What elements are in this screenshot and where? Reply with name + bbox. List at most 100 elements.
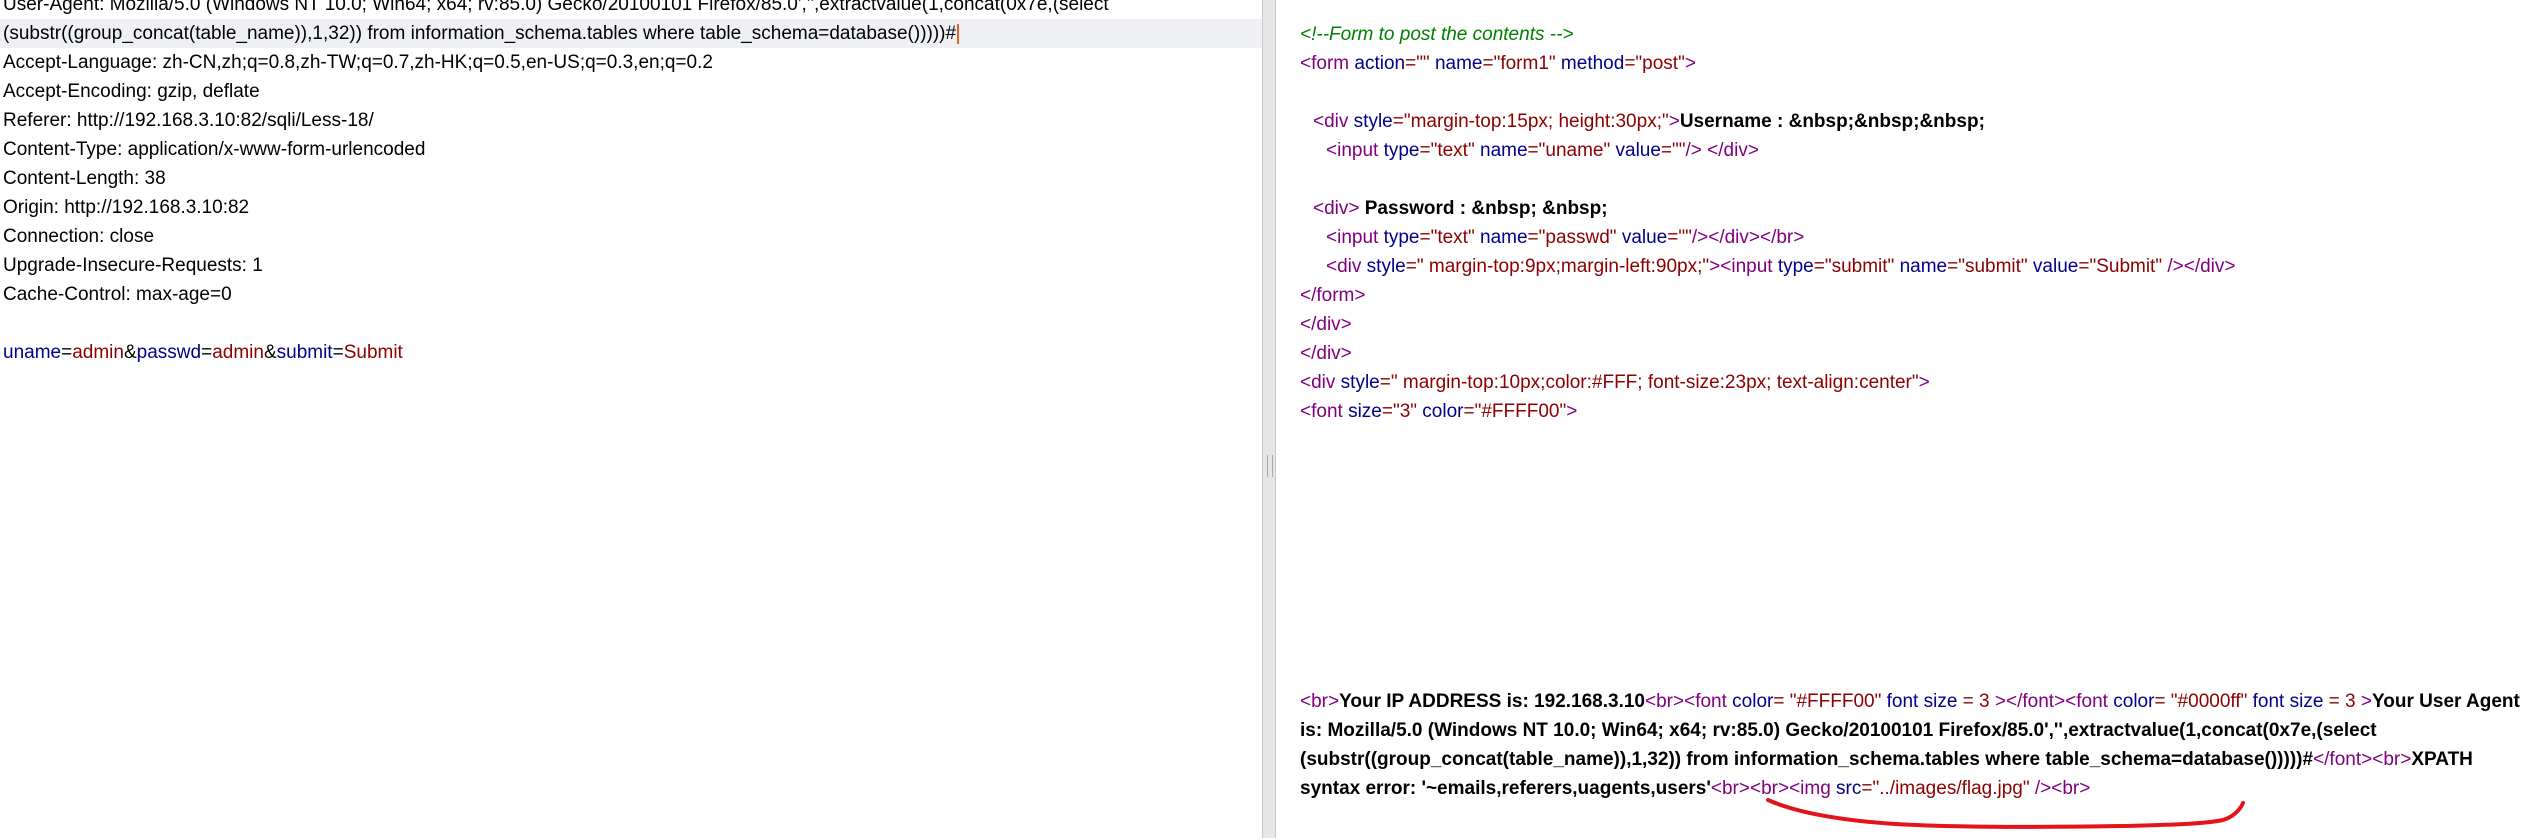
request-line: Cache-Control: max-age=0 bbox=[3, 284, 232, 305]
attr-value: ="text" bbox=[1419, 140, 1475, 161]
attr-name: style bbox=[1335, 372, 1380, 393]
tag-text: <input bbox=[1720, 256, 1773, 277]
tag-text: <div bbox=[1300, 372, 1336, 393]
submit-div-line: <div style=" margin-top:9px;margin-left:… bbox=[1300, 252, 2532, 281]
tag-text: /></div> bbox=[2162, 256, 2236, 277]
param-key: uname bbox=[3, 342, 62, 363]
tag-text: > bbox=[1668, 111, 1680, 132]
request-line: Origin: http://192.168.3.10:82 bbox=[3, 197, 250, 218]
tag-text: > bbox=[1918, 372, 1930, 393]
div-close-line: </div> bbox=[1300, 339, 2532, 368]
request-line-text: (substr((group_concat(table_name)),1,32)… bbox=[3, 23, 957, 44]
tag-text: /> bbox=[1685, 140, 1702, 161]
param-separator: & bbox=[123, 342, 137, 363]
param-equals: = bbox=[201, 342, 213, 363]
attr-name: value bbox=[2027, 256, 2079, 277]
attr-value: ="" bbox=[1667, 227, 1692, 248]
attr-name: value bbox=[1610, 140, 1661, 161]
splitter-grip-icon[interactable] bbox=[1267, 455, 1273, 477]
request-line: Content-Type: application/x-www-form-url… bbox=[3, 139, 426, 160]
tag-text: /> bbox=[1691, 227, 1709, 248]
style-div-line: <div style=" margin-top:10px;color:#FFF;… bbox=[1300, 368, 2532, 397]
tag-text: <br> bbox=[1645, 691, 1685, 712]
attr-value: ="#FFFF00" bbox=[1463, 401, 1567, 422]
attr-value: ="margin-top:15px; height:30px;" bbox=[1392, 111, 1669, 132]
attr-value: ="text" bbox=[1419, 227, 1475, 248]
request-line-current: (substr((group_concat(table_name)),1,32)… bbox=[0, 19, 1262, 48]
request-line: Accept-Encoding: gzip, deflate bbox=[3, 81, 260, 102]
request-line: Upgrade-Insecure-Requests: 1 bbox=[3, 255, 263, 276]
ip-address-text: Your IP ADDRESS is: 192.168.3.10 bbox=[1339, 691, 1645, 712]
attr-name: font size bbox=[1881, 691, 1958, 712]
request-body: uname=admin&passwd=admin&submit=Submit bbox=[3, 338, 1262, 367]
tag-text: <div> bbox=[1313, 198, 1360, 219]
font-open-line: <font size="3" color="#FFFF00"> bbox=[1300, 397, 2532, 426]
response-html-source: <!--Form to post the contents --> <form … bbox=[1300, 20, 2532, 426]
tag-text: </div> bbox=[1707, 140, 1759, 161]
request-line: Accept-Language: zh-CN,zh;q=0.8,zh-TW;q=… bbox=[3, 52, 713, 73]
attr-value: =" margin-top:10px;color:#FFF; font-size… bbox=[1379, 372, 1919, 393]
attr-value: ="submit" bbox=[1947, 256, 2028, 277]
attr-name: name bbox=[1429, 53, 1483, 74]
param-key: passwd bbox=[136, 342, 202, 363]
attr-name: style bbox=[1348, 111, 1393, 132]
attr-value: ="form1" bbox=[1482, 53, 1556, 74]
tag-text: > bbox=[1684, 53, 1696, 74]
attr-name: name bbox=[1474, 140, 1528, 161]
param-value: Submit bbox=[343, 342, 403, 363]
tag-text: <input bbox=[1326, 140, 1379, 161]
request-editor[interactable]: User-Agent: Mozilla/5.0 (Windows NT 10.0… bbox=[0, 0, 1262, 838]
attr-value: ="Submit" bbox=[2078, 256, 2163, 277]
tag-text: <div bbox=[1313, 111, 1349, 132]
attr-value: = 3 bbox=[2323, 691, 2361, 712]
attr-value: ="uname" bbox=[1527, 140, 1611, 161]
request-line: Content-Length: 38 bbox=[3, 168, 166, 189]
attr-value: ="" bbox=[1660, 140, 1686, 161]
tag-text: <div bbox=[1326, 256, 1362, 277]
passwd-input-line: <input type="text" name="passwd" value="… bbox=[1300, 223, 2532, 252]
attr-value: ="" bbox=[1405, 53, 1430, 74]
attr-value: =" margin-top:9px;margin-left:90px;" bbox=[1405, 256, 1710, 277]
attr-value: = "#0000ff" bbox=[2154, 691, 2248, 712]
param-key: submit bbox=[276, 342, 333, 363]
tag-text: </form> bbox=[1300, 285, 1366, 306]
attr-name: type bbox=[1772, 256, 1814, 277]
request-headers: User-Agent: Mozilla/5.0 (Windows NT 10.0… bbox=[0, 0, 1262, 367]
tag-text: <font bbox=[1684, 691, 1727, 712]
tag-text: <font bbox=[2065, 691, 2108, 712]
form-close-line: </form> bbox=[1300, 281, 2532, 310]
attr-name: name bbox=[1474, 227, 1528, 248]
attr-name: style bbox=[1361, 256, 1406, 277]
text-content: Password : &nbsp; &nbsp; bbox=[1359, 198, 1608, 219]
tag-text: <br> bbox=[2372, 749, 2412, 770]
attr-name: name bbox=[1894, 256, 1948, 277]
tag-text: ></font> bbox=[1994, 691, 2066, 712]
param-equals: = bbox=[61, 342, 73, 363]
attr-value: ="post" bbox=[1624, 53, 1685, 74]
text-caret bbox=[957, 23, 960, 44]
tag-text: > bbox=[2360, 691, 2373, 712]
form-open-line: <form action="" name="form1" method="pos… bbox=[1300, 49, 2532, 78]
pane-splitter[interactable] bbox=[1262, 0, 1276, 838]
tag-text: <input bbox=[1326, 227, 1379, 248]
tag-text: <form bbox=[1300, 53, 1350, 74]
attr-name: type bbox=[1378, 140, 1420, 161]
attr-name: font size bbox=[2247, 691, 2324, 712]
username-div-line: <div style="margin-top:15px; height:30px… bbox=[1300, 107, 2532, 136]
red-underline-annotation bbox=[1766, 798, 2245, 829]
attr-name: color bbox=[1417, 401, 1464, 422]
attr-name: color bbox=[1726, 691, 1774, 712]
attr-name: method bbox=[1555, 53, 1625, 74]
response-viewer[interactable]: <!--Form to post the contents --> <form … bbox=[1276, 0, 2538, 838]
param-separator: & bbox=[263, 342, 277, 363]
attr-name: color bbox=[2107, 691, 2155, 712]
attr-name: size bbox=[1342, 401, 1382, 422]
param-value: admin bbox=[212, 342, 264, 363]
param-equals: = bbox=[332, 342, 344, 363]
tag-text: </div></br> bbox=[1708, 227, 1805, 248]
password-div-line: <div> Password : &nbsp; &nbsp; bbox=[1300, 194, 2532, 223]
attr-value: ="submit" bbox=[1813, 256, 1895, 277]
div-close-line: </div> bbox=[1300, 310, 2532, 339]
